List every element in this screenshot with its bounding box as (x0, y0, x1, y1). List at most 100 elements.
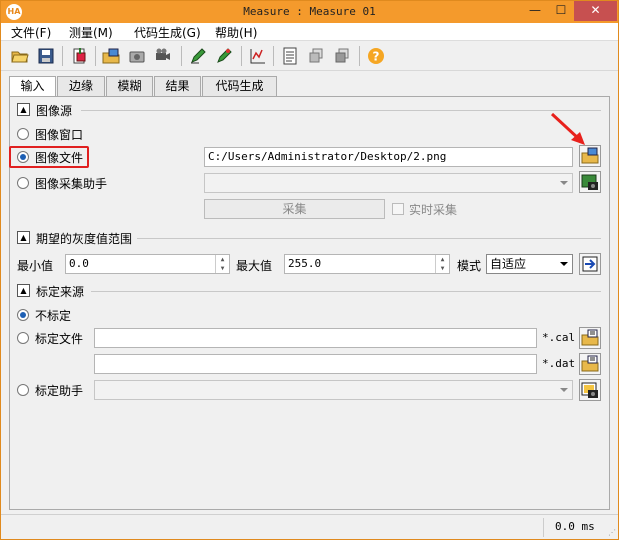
export-icon[interactable] (71, 47, 89, 65)
mode-select[interactable]: 自适应 (486, 254, 573, 274)
status-time: 0.0 ms (555, 520, 595, 533)
svg-text:?: ? (373, 50, 380, 64)
open-folder-icon[interactable] (11, 47, 29, 65)
radio-button[interactable] (17, 151, 29, 163)
radio-button[interactable] (17, 177, 29, 189)
spin-down-icon[interactable]: ▼ (436, 264, 449, 273)
spin-buttons[interactable]: ▲ ▼ (435, 255, 449, 273)
dat-extension-label: *.dat (542, 357, 576, 370)
tab-code-gen[interactable]: 代码生成 (202, 76, 277, 96)
radio-label: 图像窗口 (35, 128, 84, 142)
title-bar[interactable]: HA Measure : Measure 01 — ☐ ✕ (1, 1, 618, 23)
gray-range-title: 期望的灰度值范围 (36, 232, 133, 246)
radio-label: 图像文件 (35, 151, 84, 165)
stack-alt-icon[interactable] (333, 47, 351, 65)
section-divider (91, 291, 601, 292)
max-value-spinbox[interactable]: 255.0 ▲ ▼ (284, 254, 450, 274)
radio-label: 标定助手 (35, 384, 84, 398)
chart-icon[interactable] (249, 47, 267, 65)
radio-button[interactable] (17, 128, 29, 140)
spin-up-icon[interactable]: ▲ (216, 255, 229, 264)
annotation-arrow-icon (550, 112, 585, 145)
min-value-spinbox[interactable]: 0.0 ▲ ▼ (65, 254, 230, 274)
open-folder-icon (581, 329, 599, 346)
camera-assistant-icon (581, 174, 598, 190)
chevron-down-icon (560, 388, 568, 392)
cal-extension-label: *.cal (542, 331, 576, 344)
radio-button[interactable] (17, 309, 29, 321)
mode-detail-button[interactable] (579, 253, 601, 275)
menu-code-gen[interactable]: 代码生成(G) (134, 24, 201, 41)
mode-label: 模式 (457, 259, 482, 273)
load-image-icon[interactable] (102, 47, 120, 65)
spin-buttons[interactable]: ▲ ▼ (215, 255, 229, 273)
min-value-label: 最小值 (17, 259, 54, 273)
camera-icon[interactable] (128, 47, 146, 65)
resize-grip-icon[interactable]: ⋰ (608, 528, 616, 537)
min-value-text: 0.0 (69, 257, 89, 270)
max-value-label: 最大值 (236, 259, 273, 273)
main-window: HA Measure : Measure 01 — ☐ ✕ 文件(F) 测量(M… (0, 0, 619, 540)
browse-dat-file-button[interactable] (579, 353, 601, 375)
cal-file-field[interactable] (94, 328, 537, 348)
document-icon[interactable] (281, 47, 299, 65)
acquire-button[interactable]: 采集 (204, 199, 385, 219)
menu-file[interactable]: 文件(F) (11, 24, 51, 41)
acquisition-assistant-button[interactable] (579, 171, 601, 193)
max-value-text: 255.0 (288, 257, 322, 270)
tab-edge[interactable]: 边缘 (57, 76, 105, 96)
browse-image-file-button[interactable] (579, 145, 601, 167)
section-divider (81, 110, 601, 111)
tab-result[interactable]: 结果 (154, 76, 201, 96)
calibration-assistant-button[interactable] (579, 379, 601, 401)
status-separator (543, 518, 544, 537)
calibration-assistant-select[interactable] (94, 380, 573, 400)
tab-input[interactable]: 输入 (9, 76, 56, 97)
dat-file-field[interactable] (94, 354, 537, 374)
image-file-path-field[interactable]: C:/Users/Administrator/Desktop/2.png (204, 147, 573, 167)
save-icon[interactable] (37, 47, 55, 65)
status-bar: 0.0 ms ⋰ (1, 514, 618, 539)
chevron-down-icon (560, 262, 568, 266)
radio-label: 图像采集助手 (35, 177, 108, 191)
tab-fuzzy[interactable]: 模糊 (106, 76, 153, 96)
help-icon[interactable]: ? (367, 47, 385, 65)
spin-up-icon[interactable]: ▲ (436, 255, 449, 264)
stack-icon[interactable] (307, 47, 325, 65)
image-source-title: 图像源 (36, 104, 73, 118)
video-camera-icon[interactable] (154, 47, 172, 65)
acquisition-assistant-select[interactable] (204, 173, 573, 193)
menu-measure[interactable]: 测量(M) (69, 24, 113, 41)
mode-select-value: 自适应 (490, 257, 527, 271)
collapse-image-source-button[interactable]: ▲ (17, 103, 30, 116)
radio-button[interactable] (17, 332, 29, 344)
toolbar: ? (1, 42, 618, 71)
open-folder-icon (581, 147, 599, 164)
toolbar-separator (273, 46, 274, 66)
chevron-down-icon (560, 181, 568, 185)
open-folder-icon (581, 355, 599, 372)
minimize-button[interactable]: — (522, 1, 548, 21)
collapse-calibration-button[interactable]: ▲ (17, 284, 30, 297)
edit-pencil-icon[interactable] (215, 47, 233, 65)
realtime-acquire-checkbox[interactable] (392, 203, 404, 215)
menu-bar: 文件(F) 测量(M) 代码生成(G) 帮助(H) (1, 23, 618, 41)
radio-label: 标定文件 (35, 332, 84, 346)
spin-down-icon[interactable]: ▼ (216, 264, 229, 273)
realtime-acquire-label: 实时采集 (409, 203, 458, 217)
collapse-gray-range-button[interactable]: ▲ (17, 231, 30, 244)
draw-pencil-icon[interactable] (189, 47, 207, 65)
close-button[interactable]: ✕ (574, 1, 617, 21)
menu-help[interactable]: 帮助(H) (215, 24, 257, 41)
arrow-right-icon (582, 256, 598, 272)
toolbar-separator (359, 46, 360, 66)
section-divider (137, 238, 601, 239)
radio-label: 不标定 (35, 309, 72, 323)
browse-cal-file-button[interactable] (579, 327, 601, 349)
calibration-title: 标定来源 (36, 285, 85, 299)
calibration-assistant-icon (581, 382, 598, 398)
toolbar-separator (62, 46, 63, 66)
radio-button[interactable] (17, 384, 29, 396)
maximize-button[interactable]: ☐ (548, 1, 574, 21)
toolbar-separator (181, 46, 182, 66)
